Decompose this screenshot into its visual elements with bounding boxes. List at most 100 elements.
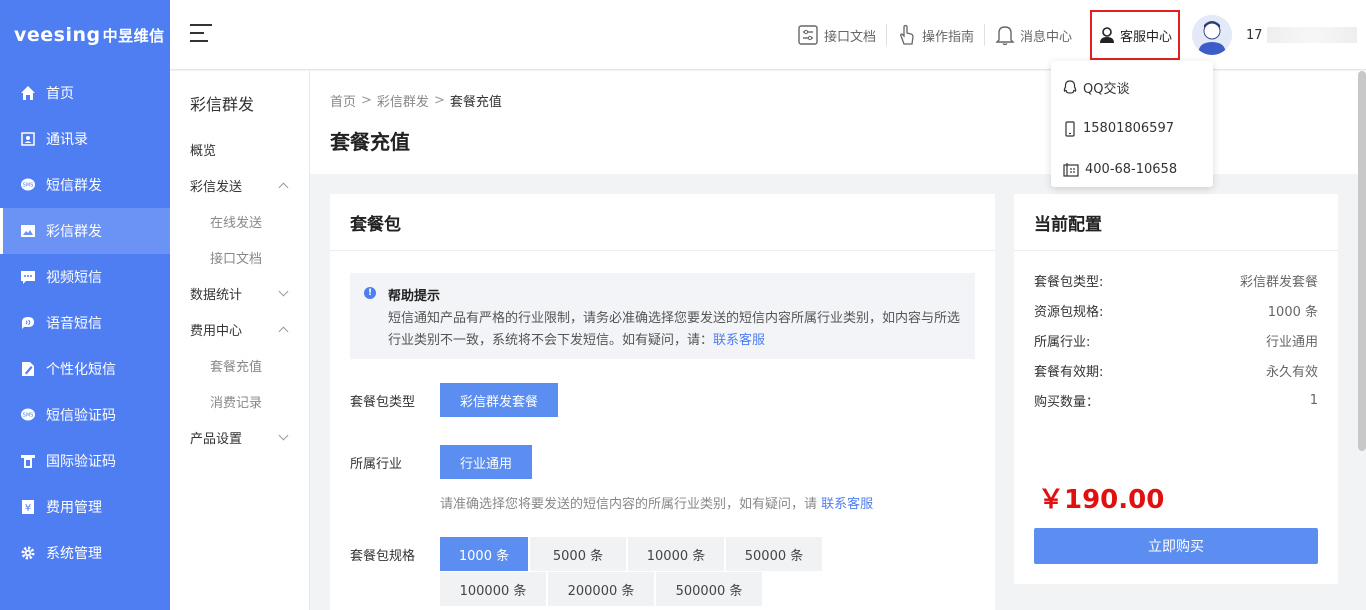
nav-item-0[interactable]: 首页 bbox=[0, 70, 170, 116]
intl-code-icon bbox=[20, 453, 36, 469]
chevron-up-icon bbox=[278, 326, 289, 336]
guide-label: 操作指南 bbox=[921, 29, 974, 45]
package-type-option[interactable]: 彩信群发套餐 bbox=[440, 383, 559, 417]
config-row-value: 1000 条 bbox=[1267, 304, 1318, 320]
mms-icon bbox=[20, 223, 36, 239]
help-tip: ! 帮助提示 短信通知产品有严格的行业限制，请务必准确选择您要发送的短信内容所属… bbox=[350, 273, 975, 359]
chevron-up-icon bbox=[278, 182, 289, 192]
chevron-down-icon bbox=[278, 430, 289, 441]
nav-item-7[interactable]: SMS 短信验证码 bbox=[0, 392, 170, 438]
logo-text: veesing bbox=[14, 24, 101, 46]
spec-option[interactable]: 10000 条 bbox=[628, 537, 724, 571]
config-card-title: 当前配置 bbox=[1014, 194, 1338, 251]
service-center-button[interactable]: 客服中心 bbox=[1089, 10, 1180, 60]
nav-item-1[interactable]: 通讯录 bbox=[0, 116, 170, 162]
api-docs-link[interactable]: 接口文档 bbox=[787, 24, 886, 46]
config-row-value: 行业通用 bbox=[1265, 334, 1318, 350]
config-row: 所属行业: 行业通用 bbox=[1014, 325, 1338, 355]
nav-item-2[interactable]: SMS 短信群发 bbox=[0, 162, 170, 208]
spec-label: 套餐包规格 bbox=[350, 549, 416, 564]
nav-item-label: 费用管理 bbox=[46, 500, 102, 516]
industry-option[interactable]: 行业通用 bbox=[440, 445, 533, 479]
subnav-item-label: 接口文档 bbox=[210, 251, 263, 267]
hand-pointer-icon bbox=[899, 24, 914, 45]
voice-sms-icon bbox=[20, 315, 36, 331]
industry-hint-text: 请准确选择您将要发送的短信内容的所属行业类别，如有疑问，请 bbox=[440, 497, 818, 512]
nav-item-4[interactable]: 视频短信 bbox=[0, 254, 170, 300]
config-card: 当前配置 套餐包类型: 彩信群发套餐 资源包规格: 1000 条所属行业: 行业通用 套餐… bbox=[1014, 194, 1338, 584]
nav-item-10[interactable]: 系统管理 bbox=[0, 530, 170, 576]
mobile-phone-item[interactable]: 15801806597 bbox=[1051, 108, 1213, 149]
industry-contact-link[interactable]: 联系客服 bbox=[821, 497, 873, 512]
sub-sidebar: 彩信群发 概览彩信发送在线发送接口文档数据统计费用中心套餐充值 消费记录 产品设置 bbox=[170, 71, 310, 610]
subnav-item-7[interactable]: 消费记录 bbox=[170, 383, 309, 419]
service-label: 客服中心 bbox=[1119, 29, 1172, 45]
contacts-icon bbox=[20, 131, 36, 147]
spec-option[interactable]: 1000 条 bbox=[440, 537, 528, 571]
menu-toggle-icon[interactable] bbox=[190, 24, 212, 44]
config-row-label: 购买数量： bbox=[1034, 394, 1100, 410]
breadcrumb-home[interactable]: 首页 bbox=[330, 91, 356, 110]
svg-text:¥: ¥ bbox=[25, 503, 31, 514]
spec-option[interactable]: 500000 条 bbox=[656, 572, 762, 606]
breadcrumb-section[interactable]: 彩信群发 bbox=[377, 91, 429, 110]
spec-option[interactable]: 200000 条 bbox=[548, 572, 654, 606]
nav-item-label: 通讯录 bbox=[46, 132, 88, 148]
sms-code-icon: SMS bbox=[20, 407, 36, 423]
nav-item-label: 短信群发 bbox=[46, 178, 102, 194]
config-row: 资源包规格: 1000 条 bbox=[1014, 295, 1338, 325]
subnav-item-4[interactable]: 数据统计 bbox=[170, 275, 309, 311]
hotline-number: 400-68-10658 bbox=[1085, 162, 1178, 177]
contact-service-link[interactable]: 联系客服 bbox=[713, 333, 765, 348]
spec-option[interactable]: 5000 条 bbox=[530, 537, 626, 571]
nav-item-3[interactable]: 彩信群发 bbox=[0, 208, 170, 254]
scrollbar[interactable] bbox=[1358, 71, 1366, 451]
subnav-item-1[interactable]: 彩信发送 bbox=[170, 167, 309, 203]
subnav-item-8[interactable]: 产品设置 bbox=[170, 419, 309, 455]
subnav-item-6[interactable]: 套餐充值 bbox=[170, 347, 309, 383]
subnav-title: 彩信群发 bbox=[190, 95, 255, 114]
nav-item-label: 短信验证码 bbox=[46, 408, 116, 424]
subnav-item-label: 数据统计 bbox=[190, 287, 243, 303]
subnav-item-label: 彩信发送 bbox=[190, 179, 243, 195]
hotline-item[interactable]: 400-68-10658 bbox=[1051, 149, 1213, 190]
nav-item-5[interactable]: 语音短信 bbox=[0, 300, 170, 346]
config-row: 套餐包类型: 彩信群发套餐 bbox=[1014, 265, 1338, 295]
breadcrumb-separator-icon: > bbox=[361, 93, 372, 108]
nav-item-8[interactable]: 国际验证码 bbox=[0, 438, 170, 484]
spec-option[interactable]: 100000 条 bbox=[440, 572, 546, 606]
industry-label: 所属行业 bbox=[350, 456, 403, 472]
gear-icon bbox=[20, 545, 36, 561]
subnav-item-label: 费用中心 bbox=[190, 323, 243, 339]
sms-icon: SMS bbox=[20, 177, 36, 193]
buy-now-button[interactable]: 立即购买 bbox=[1034, 528, 1318, 564]
config-row-label: 所属行业: bbox=[1034, 334, 1091, 350]
breadcrumb-current: 套餐充值 bbox=[449, 95, 502, 110]
help-tip-text: 短信通知产品有严格的行业限制，请务必准确选择您要发送的短信内容所属行业类别，如内… bbox=[388, 308, 961, 352]
service-dropdown: QQ交谈 15801806597 400-68-10658 bbox=[1051, 61, 1213, 187]
nav-item-label: 系统管理 bbox=[46, 546, 102, 562]
spec-option[interactable]: 50000 条 bbox=[726, 537, 822, 571]
subnav-item-0[interactable]: 概览 bbox=[170, 131, 309, 167]
home-icon bbox=[20, 85, 36, 101]
subnav-item-2[interactable]: 在线发送 bbox=[170, 203, 309, 239]
subnav-item-5[interactable]: 费用中心 bbox=[170, 311, 309, 347]
avatar[interactable] bbox=[1192, 15, 1232, 55]
chevron-down-icon bbox=[278, 286, 289, 297]
guide-link[interactable]: 操作指南 bbox=[885, 24, 984, 46]
logo[interactable]: veesing 中昱维信 bbox=[0, 0, 170, 70]
api-docs-label: 接口文档 bbox=[823, 29, 876, 45]
package-type-label: 套餐包类型 bbox=[350, 394, 416, 410]
api-docs-icon bbox=[798, 25, 818, 45]
spec-row: 套餐包规格 bbox=[350, 545, 440, 564]
messages-link[interactable]: 消息中心 bbox=[983, 24, 1082, 46]
breadcrumb-separator-icon: > bbox=[433, 93, 445, 108]
user-name[interactable]: 17 bbox=[1246, 27, 1366, 43]
package-card-title: 套餐包 bbox=[330, 194, 995, 251]
service-user-icon bbox=[1099, 27, 1114, 43]
nav-item-label: 国际验证码 bbox=[46, 454, 116, 470]
subnav-item-3[interactable]: 接口文档 bbox=[170, 239, 309, 275]
nav-item-9[interactable]: ¥ 费用管理 bbox=[0, 484, 170, 530]
nav-item-6[interactable]: 个性化短信 bbox=[0, 346, 170, 392]
qq-chat-item[interactable]: QQ交谈 bbox=[1051, 67, 1213, 108]
